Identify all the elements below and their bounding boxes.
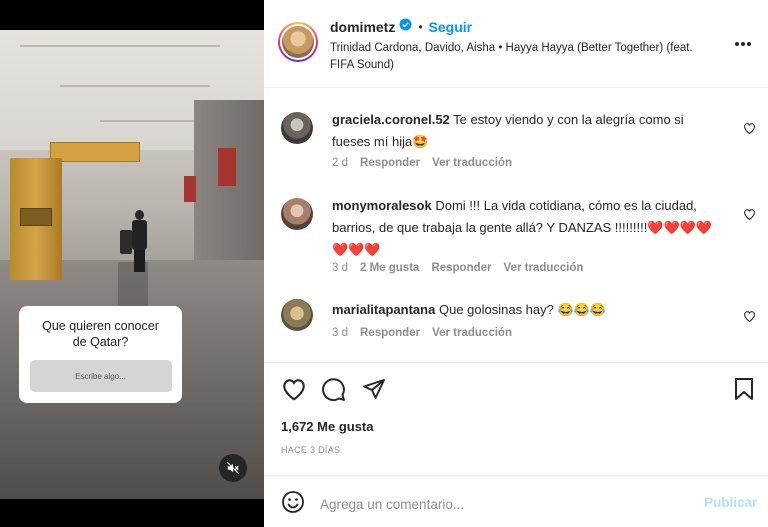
username-link[interactable]: domimetz bbox=[330, 19, 395, 35]
comments-list: graciela.coronel.52 Te estoy viendo y co… bbox=[264, 88, 768, 361]
avatar[interactable] bbox=[281, 198, 313, 230]
comment-like-heart-icon[interactable] bbox=[743, 121, 756, 139]
post-header: domimetz • Seguir Trinidad Cardona, Davi… bbox=[264, 0, 768, 88]
comment-meta: 3 d 2 Me gusta Responder Ver traducción bbox=[332, 262, 583, 274]
send-icon[interactable] bbox=[362, 377, 386, 406]
shop-sign bbox=[184, 176, 196, 202]
comment-username[interactable]: graciela.coronel.52 bbox=[332, 112, 450, 127]
translate-button[interactable]: Ver traducción bbox=[432, 157, 512, 169]
question-sticker[interactable]: Que quieren conocer de Qatar? Escribe al… bbox=[19, 306, 182, 403]
post-side-panel: domimetz • Seguir Trinidad Cardona, Davi… bbox=[264, 0, 768, 527]
comment-time[interactable]: 2 d bbox=[332, 157, 348, 169]
header-title-row: domimetz • Seguir bbox=[330, 18, 472, 36]
comment-likes[interactable]: 2 Me gusta bbox=[360, 262, 419, 274]
add-comment-bar: Publicar bbox=[264, 475, 768, 527]
comment-time[interactable]: 3 d bbox=[332, 262, 348, 274]
likes-count[interactable]: 1,672 Me gusta bbox=[281, 419, 374, 434]
question-text: Que quieren conocer de Qatar? bbox=[42, 319, 159, 349]
separator-dot: • bbox=[418, 20, 423, 34]
more-options-icon[interactable] bbox=[734, 34, 752, 52]
comment-text: marialitapantana Que golosinas hay? 😂😂😂 bbox=[332, 299, 722, 321]
avatar[interactable] bbox=[281, 112, 313, 144]
translate-button[interactable]: Ver traducción bbox=[504, 262, 584, 274]
reply-button[interactable]: Responder bbox=[431, 262, 491, 274]
follow-button[interactable]: Seguir bbox=[429, 19, 473, 35]
airport-video-frame bbox=[0, 30, 264, 499]
comment-icon[interactable] bbox=[321, 377, 346, 407]
heart-icon[interactable] bbox=[281, 377, 307, 406]
speaker-muted-icon[interactable] bbox=[219, 454, 247, 482]
overhead-sign bbox=[50, 142, 140, 162]
comment-like-heart-icon[interactable] bbox=[743, 207, 756, 225]
comment-meta: 2 d Responder Ver traducción bbox=[332, 157, 512, 169]
pillar-screen bbox=[20, 208, 52, 226]
reply-button[interactable]: Responder bbox=[360, 157, 420, 169]
shop-sign bbox=[218, 148, 236, 186]
comment-body: Que golosinas hay? 😂😂😂 bbox=[438, 302, 607, 317]
question-answer-input[interactable]: Escribe algo... bbox=[29, 360, 172, 392]
emoji-icon[interactable] bbox=[281, 490, 305, 519]
comment-input[interactable] bbox=[320, 492, 690, 516]
post-date[interactable]: HACE 3 DÍAS bbox=[281, 445, 340, 455]
comment-time[interactable]: 3 d bbox=[332, 327, 348, 339]
avatar[interactable] bbox=[281, 299, 313, 331]
comment-meta: 3 d Responder Ver traducción bbox=[332, 327, 512, 339]
post-actions: 1,672 Me gusta HACE 3 DÍAS Publicar bbox=[264, 362, 768, 527]
verified-badge-icon bbox=[399, 18, 412, 36]
avatar[interactable] bbox=[278, 22, 318, 62]
bookmark-icon[interactable] bbox=[734, 377, 754, 406]
ceiling-line bbox=[20, 45, 220, 47]
comment-username[interactable]: marialitapantana bbox=[332, 302, 435, 317]
translate-button[interactable]: Ver traducción bbox=[432, 327, 512, 339]
comment-text: monymoralesok Domi !!! La vida cotidiana… bbox=[332, 195, 722, 261]
music-credit-link[interactable]: Trinidad Cardona, Davido, Aisha • Hayya … bbox=[330, 40, 700, 74]
media-top-bar bbox=[0, 0, 264, 30]
post-viewer: Que quieren conocer de Qatar? Escribe al… bbox=[0, 0, 768, 527]
walking-person bbox=[131, 210, 147, 272]
comment-like-heart-icon[interactable] bbox=[743, 309, 756, 327]
story-media[interactable]: Que quieren conocer de Qatar? Escribe al… bbox=[0, 0, 264, 527]
comment-username[interactable]: monymoralesok bbox=[332, 198, 432, 213]
publish-button[interactable]: Publicar bbox=[704, 495, 757, 510]
reply-button[interactable]: Responder bbox=[360, 327, 420, 339]
ceiling-line bbox=[60, 85, 210, 87]
comment-text: graciela.coronel.52 Te estoy viendo y co… bbox=[332, 109, 722, 153]
media-bottom-bar bbox=[0, 499, 264, 527]
